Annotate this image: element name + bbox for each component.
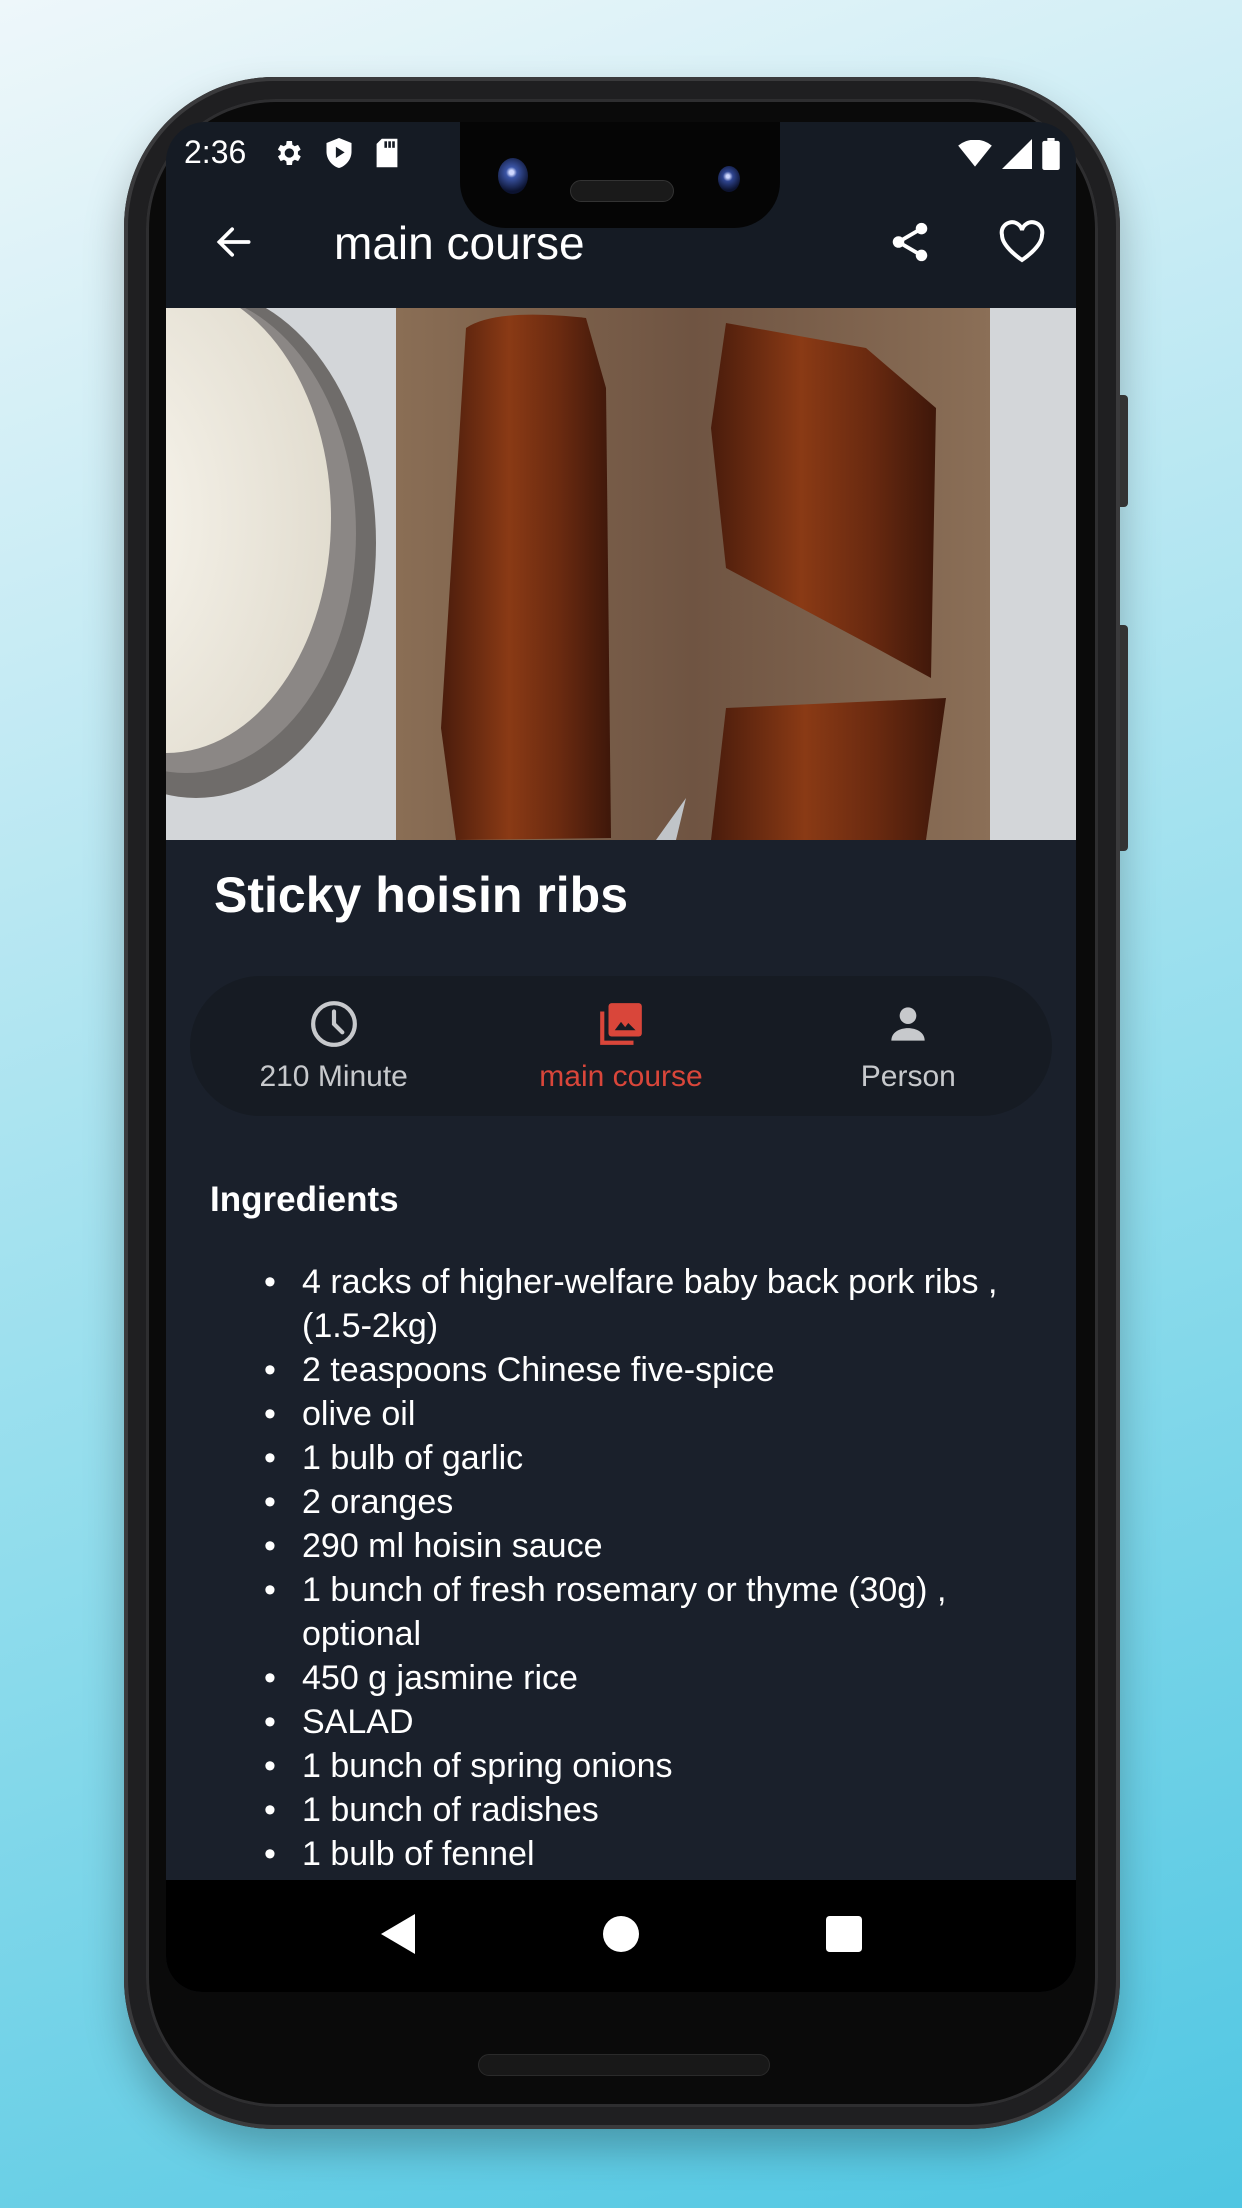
back-button[interactable]	[206, 216, 262, 272]
recipe-hero-image	[166, 308, 1076, 840]
photo-library-icon	[596, 999, 646, 1054]
earpiece	[570, 180, 674, 202]
info-item-time[interactable]: 210 Minute	[214, 999, 454, 1094]
recents-square-icon	[826, 1915, 863, 1957]
ingredient-item: 2 oranges	[256, 1480, 1016, 1524]
person-icon	[883, 999, 933, 1054]
shield-play-icon	[324, 136, 354, 175]
battery-icon	[1042, 138, 1060, 175]
info-item-category[interactable]: main course	[501, 999, 741, 1094]
ingredient-item: 4 racks of higher-welfare baby back pork…	[256, 1260, 1016, 1348]
ingredients-list: 4 racks of higher-welfare baby back pork…	[256, 1260, 1016, 1876]
info-item-servings[interactable]: Person	[788, 999, 1028, 1094]
info-label-time: 210 Minute	[259, 1059, 408, 1093]
favorite-button[interactable]	[992, 214, 1052, 274]
ingredient-item: 2 teaspoons Chinese five-spice	[256, 1348, 1016, 1392]
ingredient-item: 1 bunch of spring onions	[256, 1744, 1016, 1788]
power-button	[1120, 395, 1128, 507]
info-label-category: main course	[539, 1059, 703, 1093]
recipe-info-bar: 210 Minute main course Person	[190, 976, 1052, 1116]
share-icon	[887, 219, 933, 270]
sd-card-icon	[374, 137, 400, 174]
ingredient-item: 1 bunch of radishes	[256, 1788, 1016, 1832]
signal-icon	[1002, 139, 1032, 174]
back-triangle-icon	[380, 1913, 415, 1959]
bottom-speaker	[478, 2054, 770, 2076]
camera-notch	[460, 122, 780, 228]
nav-back-button[interactable]	[363, 1901, 433, 1971]
home-circle-icon	[602, 1915, 639, 1957]
share-button[interactable]	[880, 214, 940, 274]
recipe-title: Sticky hoisin ribs	[214, 867, 629, 923]
nav-home-button[interactable]	[586, 1901, 656, 1971]
screen: 2:36 main course Sticky hoisin ribs 210 …	[166, 122, 1076, 1992]
ingredients-heading: Ingredients	[210, 1180, 399, 1219]
wifi-icon	[958, 139, 992, 173]
ingredient-item: 1 bulb of fennel	[256, 1832, 1016, 1876]
ingredient-item: 1 bunch of fresh rosemary or thyme (30g)…	[256, 1568, 1016, 1656]
gear-icon	[272, 137, 304, 174]
volume-button	[1120, 625, 1128, 851]
status-time: 2:36	[184, 134, 247, 170]
system-nav-bar	[166, 1880, 1076, 1992]
ingredient-item: 290 ml hoisin sauce	[256, 1524, 1016, 1568]
ingredient-item: SALAD	[256, 1700, 1016, 1744]
ingredient-item: olive oil	[256, 1392, 1016, 1436]
ingredient-item: 450 g jasmine rice	[256, 1656, 1016, 1700]
heart-outline-icon	[998, 219, 1046, 270]
front-camera-secondary	[718, 166, 740, 192]
clock-icon	[309, 999, 359, 1054]
info-label-servings: Person	[860, 1059, 956, 1093]
nav-recents-button[interactable]	[809, 1901, 879, 1971]
arrow-left-icon	[212, 220, 256, 269]
ingredient-item: 1 bulb of garlic	[256, 1436, 1016, 1480]
front-camera	[498, 158, 528, 194]
